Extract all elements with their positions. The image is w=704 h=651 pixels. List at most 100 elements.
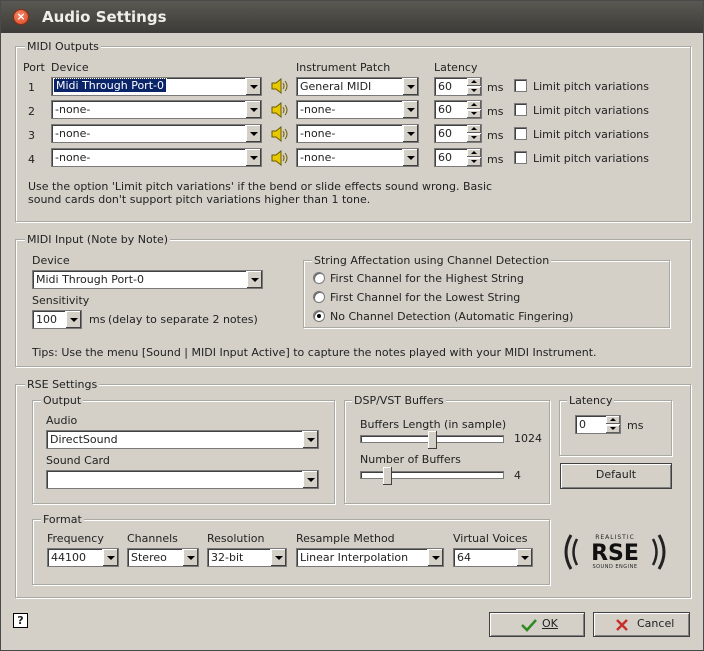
latency-spinner[interactable]: 60: [434, 100, 482, 119]
limit-pitch-label: Limit pitch variations: [533, 152, 650, 165]
patch-select[interactable]: -none-: [296, 148, 419, 167]
virtual-voices-value: 64: [457, 551, 471, 564]
virtual-voices-select[interactable]: 64: [453, 548, 533, 567]
latency-value: 60: [438, 103, 452, 116]
device-value: Midi Through Port-0: [53, 78, 167, 93]
device-select[interactable]: -none-: [51, 100, 262, 119]
rse-latency-value: 0: [579, 418, 586, 431]
ok-button[interactable]: OK: [489, 612, 585, 637]
rse-logo-bottom: SOUND ENGINE: [592, 564, 637, 570]
latency-header: Latency: [434, 61, 478, 74]
limit-pitch-checkbox[interactable]: [514, 79, 527, 92]
checkmark-icon: [521, 619, 537, 632]
sensitivity-select[interactable]: 100: [32, 310, 82, 329]
audio-settings-window: × Audio Settings MIDI Outputs Port Devic…: [0, 0, 704, 651]
latency-spinner[interactable]: 60: [434, 77, 482, 96]
chevron-down-icon[interactable]: [402, 78, 418, 95]
latency-value: 60: [438, 80, 452, 93]
limit-pitch-checkbox[interactable]: [514, 103, 527, 116]
chevron-down-icon[interactable]: [245, 149, 261, 166]
help-icon[interactable]: ?: [13, 613, 28, 628]
number-of-buffers-track: [360, 471, 504, 479]
number-of-buffers-label: Number of Buffers: [360, 453, 461, 466]
audio-label: Audio: [46, 414, 78, 427]
speaker-icon[interactable]: [271, 150, 289, 166]
patch-select[interactable]: -none-: [296, 100, 419, 119]
port-number: 3: [28, 129, 35, 142]
channels-select[interactable]: Stereo: [127, 548, 199, 567]
chevron-down-icon[interactable]: [402, 149, 418, 166]
rse-latency-spinner[interactable]: 0: [575, 415, 621, 434]
chevron-down-icon[interactable]: [65, 311, 81, 328]
midi-input-tips: Tips: Use the menu [Sound | MIDI Input A…: [32, 346, 597, 359]
chevron-down-icon[interactable]: [270, 549, 286, 566]
close-icon[interactable]: ×: [13, 9, 29, 25]
radio-lowest-string[interactable]: [313, 291, 325, 303]
device-select[interactable]: -none-: [51, 148, 262, 167]
spin-down-icon[interactable]: [467, 87, 481, 95]
radio-no-channel-detection[interactable]: [313, 310, 325, 322]
sound-card-select[interactable]: [46, 470, 319, 489]
string-affectation-legend: String Affectation using Channel Detecti…: [312, 254, 552, 267]
speaker-icon[interactable]: [271, 102, 289, 118]
limit-pitch-checkbox[interactable]: [514, 151, 527, 164]
window-title: Audio Settings: [42, 8, 167, 26]
spin-up-icon[interactable]: [606, 416, 620, 424]
device-header: Device: [51, 61, 89, 74]
speaker-icon[interactable]: [271, 126, 289, 142]
patch-value: -none-: [300, 127, 336, 140]
dsp-buffers-group: [344, 400, 550, 504]
chevron-down-icon[interactable]: [245, 101, 261, 118]
patch-select[interactable]: -none-: [296, 124, 419, 143]
midi-input-device-select[interactable]: Midi Through Port-0: [32, 270, 263, 289]
midi-input-legend: MIDI Input (Note by Note): [25, 233, 171, 246]
ok-label: OK: [542, 617, 558, 630]
chevron-down-icon[interactable]: [182, 549, 198, 566]
chevron-down-icon[interactable]: [302, 471, 318, 488]
audio-value: DirectSound: [50, 433, 118, 446]
resolution-select[interactable]: 32-bit: [207, 548, 287, 567]
patch-value: -none-: [300, 103, 336, 116]
number-of-buffers-slider[interactable]: [382, 467, 392, 489]
speaker-icon[interactable]: [271, 78, 289, 94]
chevron-down-icon[interactable]: [402, 101, 418, 118]
cancel-button[interactable]: Cancel: [593, 612, 690, 637]
device-value: -none-: [55, 103, 91, 116]
device-select[interactable]: -none-: [51, 124, 262, 143]
spin-down-icon[interactable]: [467, 110, 481, 118]
latency-spinner[interactable]: 60: [434, 148, 482, 167]
resample-method-select[interactable]: Linear Interpolation: [296, 548, 444, 567]
chevron-down-icon[interactable]: [302, 431, 318, 448]
virtual-voices-label: Virtual Voices: [453, 532, 528, 545]
sound-card-label: Sound Card: [46, 454, 110, 467]
default-button[interactable]: Default: [560, 463, 672, 489]
spin-up-icon[interactable]: [467, 78, 481, 86]
port-header: Port: [23, 61, 45, 74]
channels-value: Stereo: [131, 551, 167, 564]
spin-down-icon[interactable]: [467, 134, 481, 142]
chevron-down-icon[interactable]: [427, 549, 443, 566]
chevron-down-icon[interactable]: [245, 78, 261, 95]
chevron-down-icon[interactable]: [516, 549, 532, 566]
radio-highest-string-label: First Channel for the Highest String: [330, 272, 524, 285]
spin-up-icon[interactable]: [467, 149, 481, 157]
chevron-down-icon[interactable]: [402, 125, 418, 142]
spin-up-icon[interactable]: [467, 125, 481, 133]
latency-unit: ms: [487, 129, 504, 142]
radio-no-channel-detection-label: No Channel Detection (Automatic Fingerin…: [330, 310, 574, 323]
radio-highest-string[interactable]: [313, 272, 325, 284]
chevron-down-icon[interactable]: [245, 125, 261, 142]
buffers-length-slider[interactable]: [427, 431, 437, 453]
frequency-select[interactable]: 44100: [47, 548, 119, 567]
spin-up-icon[interactable]: [467, 101, 481, 109]
latency-spinner[interactable]: 60: [434, 124, 482, 143]
audio-select[interactable]: DirectSound: [46, 430, 319, 449]
patch-select[interactable]: General MIDI: [296, 77, 419, 96]
spin-down-icon[interactable]: [467, 158, 481, 166]
device-select[interactable]: Midi Through Port-0: [51, 77, 262, 96]
limit-pitch-checkbox[interactable]: [514, 127, 527, 140]
chevron-down-icon[interactable]: [246, 271, 262, 288]
frequency-label: Frequency: [47, 532, 104, 545]
chevron-down-icon[interactable]: [102, 549, 118, 566]
spin-down-icon[interactable]: [606, 425, 620, 433]
